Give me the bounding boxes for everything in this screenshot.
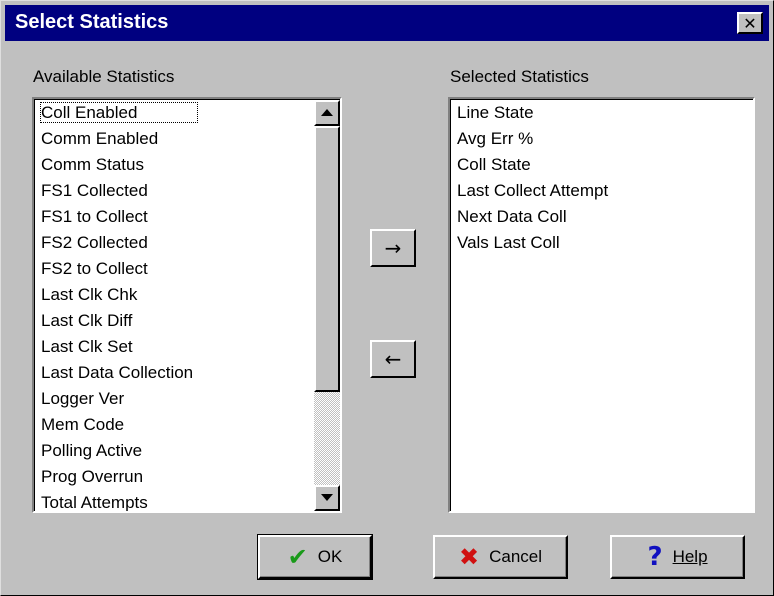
list-item[interactable]: Last Clk Chk bbox=[35, 282, 340, 308]
help-button-label: Help bbox=[672, 547, 708, 566]
list-item-label: Prog Overrun bbox=[41, 467, 144, 486]
list-item[interactable]: Line State bbox=[451, 100, 753, 126]
list-item[interactable]: FS1 Collected bbox=[35, 178, 340, 204]
list-item-label: Mem Code bbox=[41, 415, 125, 434]
select-statistics-dialog: Select Statistics ✕ Available Statistics… bbox=[0, 0, 774, 596]
list-item[interactable]: Coll State bbox=[451, 152, 753, 178]
list-item[interactable]: Last Collect Attempt bbox=[451, 178, 753, 204]
list-item[interactable]: Avg Err % bbox=[451, 126, 753, 152]
available-scrollbar[interactable] bbox=[314, 100, 340, 511]
scroll-up-arrow-icon bbox=[321, 109, 333, 116]
list-item[interactable]: Total Attempts bbox=[35, 490, 340, 511]
list-item[interactable]: Coll Enabled bbox=[35, 100, 340, 126]
close-icon: ✕ bbox=[743, 13, 757, 33]
scroll-up-button[interactable] bbox=[314, 100, 340, 126]
list-item-label: Last Clk Diff bbox=[41, 311, 133, 330]
list-item-label: Vals Last Coll bbox=[457, 233, 560, 252]
list-item[interactable]: Prog Overrun bbox=[35, 464, 340, 490]
left-arrow-icon: ← bbox=[384, 347, 402, 371]
available-statistics-list: Coll Enabled Comm Enabled Comm Status FS1 C… bbox=[35, 100, 340, 511]
list-item[interactable]: FS2 to Collect bbox=[35, 256, 340, 282]
close-button[interactable]: ✕ bbox=[737, 12, 763, 34]
scroll-down-arrow-icon bbox=[321, 494, 333, 501]
selected-statistics-listbox[interactable]: Line State Avg Err % Coll State Last Collec… bbox=[448, 97, 755, 513]
add-statistic-button[interactable]: → bbox=[370, 229, 416, 267]
list-item[interactable]: Mem Code bbox=[35, 412, 340, 438]
scroll-thumb[interactable] bbox=[314, 126, 340, 392]
window-title: Select Statistics bbox=[15, 11, 169, 33]
list-item-label: Comm Status bbox=[41, 155, 144, 174]
cancel-button[interactable]: ✖ Cancel bbox=[433, 535, 568, 579]
list-item[interactable]: Comm Enabled bbox=[35, 126, 340, 152]
list-item-label: Total Attempts bbox=[41, 493, 148, 511]
list-item[interactable]: FS2 Collected bbox=[35, 230, 340, 256]
question-icon: ? bbox=[647, 542, 663, 572]
available-statistics-label: Available Statistics bbox=[33, 67, 175, 86]
list-item[interactable]: Last Clk Set bbox=[35, 334, 340, 360]
remove-statistic-button[interactable]: ← bbox=[370, 340, 416, 378]
list-item-label: Last Data Collection bbox=[41, 363, 194, 382]
list-item-label: Next Data Coll bbox=[457, 207, 567, 226]
list-item[interactable]: Vals Last Coll bbox=[451, 230, 753, 256]
x-icon: ✖ bbox=[458, 543, 480, 571]
selected-statistics-label: Selected Statistics bbox=[450, 67, 589, 86]
list-item-label: Coll State bbox=[457, 155, 531, 174]
right-arrow-icon: → bbox=[384, 236, 402, 260]
list-item[interactable]: Next Data Coll bbox=[451, 204, 753, 230]
list-item[interactable]: Last Clk Diff bbox=[35, 308, 340, 334]
list-item-label: Line State bbox=[457, 103, 534, 122]
list-item-label: Last Clk Chk bbox=[41, 285, 138, 304]
scroll-down-button[interactable] bbox=[314, 485, 340, 511]
checkmark-icon: ✔ bbox=[287, 543, 308, 571]
list-item-label: Last Clk Set bbox=[41, 337, 133, 356]
ok-button-label: OK bbox=[317, 547, 343, 566]
list-item[interactable]: Logger Ver bbox=[35, 386, 340, 412]
list-item-label: Polling Active bbox=[41, 441, 143, 460]
list-item-label: FS2 Collected bbox=[41, 233, 148, 252]
list-item-label: Last Collect Attempt bbox=[457, 181, 609, 200]
title-bar[interactable]: Select Statistics ✕ bbox=[5, 5, 769, 41]
list-item[interactable]: Polling Active bbox=[35, 438, 340, 464]
list-item-label: Comm Enabled bbox=[41, 129, 159, 148]
list-item[interactable]: Last Data Collection bbox=[35, 360, 340, 386]
list-item-label: Logger Ver bbox=[41, 389, 125, 408]
list-item-label: FS1 to Collect bbox=[41, 207, 148, 226]
available-statistics-listbox[interactable]: Coll Enabled Comm Enabled Comm Status FS1 C… bbox=[32, 97, 342, 513]
help-button[interactable]: ? Help bbox=[610, 535, 745, 579]
list-item-label: FS2 to Collect bbox=[41, 259, 148, 278]
selected-statistics-list: Line State Avg Err % Coll State Last Collec… bbox=[451, 100, 753, 256]
list-item[interactable]: Comm Status bbox=[35, 152, 340, 178]
list-item-label: Coll Enabled bbox=[39, 102, 199, 123]
ok-button[interactable]: ✔ OK bbox=[257, 534, 373, 580]
list-item[interactable]: FS1 to Collect bbox=[35, 204, 340, 230]
cancel-button-label: Cancel bbox=[489, 547, 543, 566]
list-item-label: Avg Err % bbox=[457, 129, 534, 148]
list-item-label: FS1 Collected bbox=[41, 181, 148, 200]
